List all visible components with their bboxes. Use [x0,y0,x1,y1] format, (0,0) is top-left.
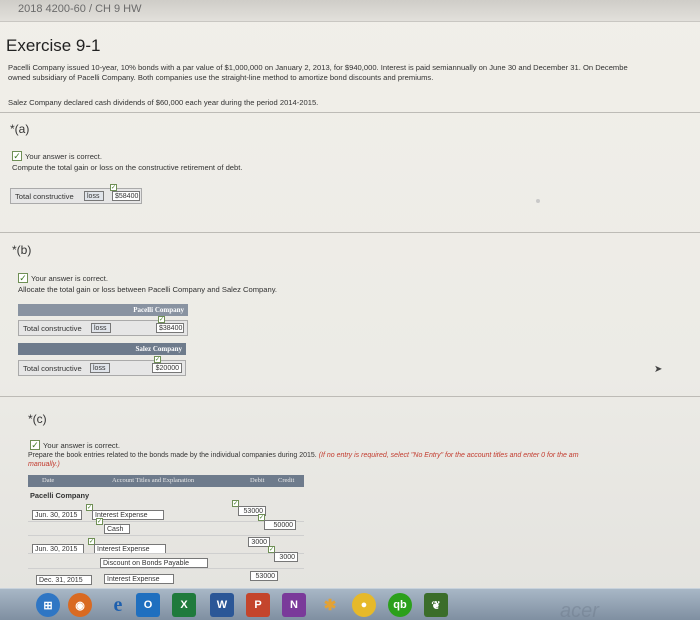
problem-line-3: Salez Company declared cash dividends of… [8,98,319,107]
pacelli-row-label: Total constructive [23,323,82,333]
check-icon: ✓ [154,356,161,363]
firefox-icon[interactable]: ◉ [68,593,92,617]
col-credit: Credit [278,477,295,484]
salez-amount-input[interactable]: $20000 [152,363,182,373]
assignment-breadcrumb: 2018 4200-60 / CH 9 HW [18,3,142,15]
part-c-correct-text: Your answer is correct. [43,440,120,450]
journal-entry-header: Date Account Titles and Explanation Debi… [28,475,304,487]
mouse-cursor-icon: ➤ [654,364,663,375]
entry-date-select[interactable]: Jun. 30, 2015 [32,510,82,520]
pacelli-amount-input[interactable]: $38400 [156,323,184,333]
check-icon: ✓ [18,273,28,283]
exercise-title: Exercise 9-1 [6,36,101,55]
quickbooks-icon[interactable]: qb [388,593,412,617]
decorative-dot-icon [536,199,540,203]
entry-debit-input[interactable]: 3000 [248,537,270,547]
slack-icon[interactable]: ✱ [318,593,342,617]
entry-account-select[interactable]: Interest Expense [104,574,174,584]
internet-explorer-icon[interactable]: e [106,593,130,617]
part-a-gain-loss-select[interactable]: loss [84,191,104,201]
assignment-breadcrumb-bar: 2018 4200-60 / CH 9 HW [0,0,700,22]
chrome-icon[interactable]: ● [352,593,376,617]
row-divider [28,521,304,522]
entry-account-select[interactable]: Cash [104,524,130,534]
part-c-label: *(c) [28,412,47,426]
leaf-app-icon[interactable]: ❦ [424,593,448,617]
salez-gain-loss-select[interactable]: loss [90,363,110,373]
part-a-instruction: Compute the total gain or loss on the co… [12,163,243,172]
pacelli-company-header: Pacelli Company [18,304,188,316]
part-a-label: *(a) [10,122,30,136]
part-a-correct-text: Your answer is correct. [25,151,102,161]
row-divider [28,535,304,536]
col-account: Account Titles and Explanation [112,477,195,484]
check-icon: ✓ [110,184,117,191]
word-icon[interactable]: W [210,593,234,617]
divider [0,112,700,113]
outlook-icon[interactable]: O [136,593,160,617]
salez-row-label: Total constructive [23,363,82,373]
check-icon: ✓ [158,316,165,323]
check-icon: ✓ [12,151,22,161]
entry-debit-input[interactable]: 53000 [250,571,278,581]
excel-icon[interactable]: X [172,593,196,617]
part-c-note-2: manually.) [28,461,60,468]
part-c-note: (If no entry is required, select "No Ent… [318,452,579,459]
part-a-row-label: Total constructive [15,191,74,201]
entry-credit-input[interactable]: 50000 [264,520,296,530]
col-date: Date [42,477,55,484]
part-b-correct-row: ✓ Your answer is correct. [18,273,108,283]
row-divider [28,553,304,554]
part-b-correct-text: Your answer is correct. [31,273,108,283]
part-a-amount-input[interactable]: $58400 [112,191,140,201]
row-divider [28,568,304,569]
problem-statement: Pacelli Company issued 10-year, 10% bond… [8,63,698,83]
entry-credit-input[interactable]: 3000 [274,552,298,562]
problem-line-1: Pacelli Company issued 10-year, 10% bond… [8,63,628,72]
part-b-label: *(b) [12,243,32,257]
col-debit: Debit [250,477,265,484]
acer-bezel-logo: acer [560,600,599,620]
check-icon: ✓ [96,518,103,525]
pacelli-gain-loss-select[interactable]: loss [91,323,111,333]
onenote-icon[interactable]: N [282,593,306,617]
salez-company-header: Salez Company [18,343,186,355]
part-c-instruction-text: Prepare the book entries related to the … [28,452,317,459]
part-b-instruction: Allocate the total gain or loss between … [18,285,278,294]
part-c-correct-row: ✓ Your answer is correct. [30,440,120,450]
entry-date-select[interactable]: Dec. 31, 2015 [36,575,92,585]
divider [0,232,700,233]
divider [0,396,700,397]
part-a-correct-row: ✓ Your answer is correct. [12,151,102,161]
browser-page: 2018 4200-60 / CH 9 HW Exercise 9-1 Pace… [0,0,700,620]
journal-company-label: Pacelli Company [30,491,90,500]
entry-account-select[interactable]: Discount on Bonds Payable [100,558,208,568]
windows-start-icon[interactable]: ⊞ [36,593,60,617]
powerpoint-icon[interactable]: P [246,593,270,617]
part-c-instruction: Prepare the book entries related to the … [28,452,579,459]
problem-line-2: owned subsidiary of Pacelli Company. Bot… [8,73,434,82]
check-icon: ✓ [30,440,40,450]
